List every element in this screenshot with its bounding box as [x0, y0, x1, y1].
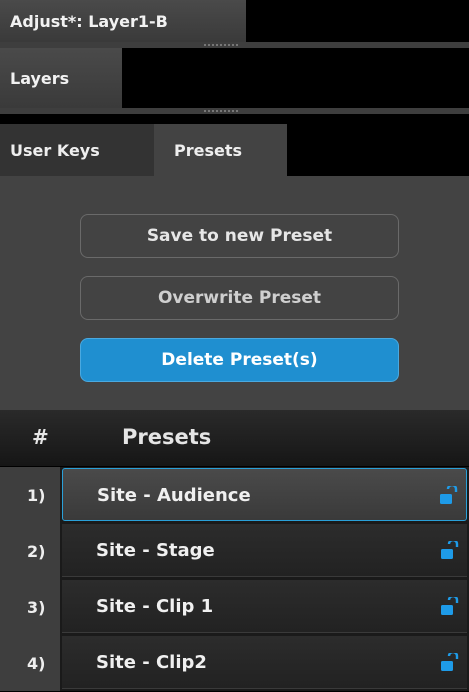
- tab-layers[interactable]: Layers: [0, 48, 122, 108]
- column-header-presets[interactable]: Presets: [122, 425, 211, 449]
- delete-presets-button[interactable]: Delete Preset(s): [80, 338, 399, 382]
- delete-button-label: Delete Preset(s): [161, 350, 318, 370]
- preset-cell[interactable]: Site - Stage: [62, 524, 467, 577]
- preset-cell[interactable]: Site - Clip2: [62, 636, 467, 689]
- layers-tab-strip: Layers: [0, 48, 469, 108]
- row-number: 2): [0, 523, 60, 579]
- preset-name: Site - Stage: [96, 540, 215, 561]
- preset-name: Site - Clip 1: [96, 596, 214, 617]
- panel-tabs: User Keys Presets: [0, 114, 469, 176]
- tab-adjust-layer-label: Adjust*: Layer1-B: [10, 11, 168, 31]
- table-row[interactable]: 1) Site - Audience: [0, 467, 469, 523]
- unlock-icon[interactable]: [438, 486, 458, 506]
- table-row[interactable]: 3) Site - Clip 1: [0, 579, 469, 635]
- presets-actions-panel: Save to new Preset Overwrite Preset Dele…: [0, 176, 469, 410]
- tab-presets[interactable]: Presets: [154, 124, 287, 176]
- row-number: 3): [0, 579, 60, 635]
- tab-user-keys[interactable]: User Keys: [0, 124, 154, 176]
- presets-table-header: # Presets: [0, 410, 469, 466]
- preset-cell[interactable]: Site - Clip 1: [62, 580, 467, 633]
- tab-presets-label: Presets: [174, 140, 243, 160]
- title-tab-strip: Adjust*: Layer1-B: [0, 0, 469, 42]
- preset-name: Site - Audience: [97, 485, 251, 506]
- preset-name: Site - Clip2: [96, 652, 207, 673]
- overwrite-preset-button[interactable]: Overwrite Preset: [80, 276, 399, 320]
- unlock-icon[interactable]: [439, 541, 459, 561]
- unlock-icon[interactable]: [439, 653, 459, 673]
- tab-layers-label: Layers: [10, 68, 70, 88]
- unlock-icon[interactable]: [439, 597, 459, 617]
- overwrite-button-label: Overwrite Preset: [157, 288, 322, 308]
- table-row[interactable]: 4) Site - Clip2: [0, 635, 469, 691]
- table-row[interactable]: 2) Site - Stage: [0, 523, 469, 579]
- preset-cell[interactable]: Site - Audience: [62, 468, 467, 521]
- row-number: 1): [0, 467, 60, 523]
- row-number: 4): [0, 635, 60, 691]
- column-header-number[interactable]: #: [32, 425, 49, 449]
- save-button-label: Save to new Preset: [146, 226, 333, 246]
- tab-adjust-layer[interactable]: Adjust*: Layer1-B: [0, 0, 246, 42]
- save-to-new-preset-button[interactable]: Save to new Preset: [80, 214, 399, 258]
- tab-user-keys-label: User Keys: [10, 140, 100, 160]
